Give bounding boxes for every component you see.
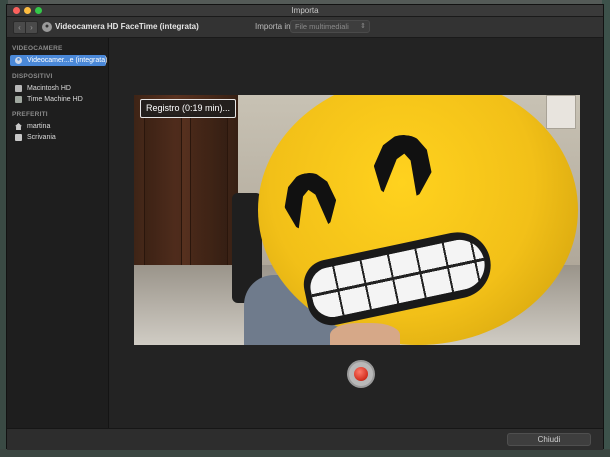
sidebar-item-time-machine-hd[interactable]: Time Machine HD [10, 94, 106, 105]
sidebar-item-macintosh-hd[interactable]: Macintosh HD [10, 83, 106, 94]
sidebar-item-label: Macintosh HD [27, 85, 71, 92]
record-icon [354, 367, 368, 381]
toolbar: ‹ › ● Videocamera HD FaceTime (integrata… [7, 17, 603, 38]
sidebar-section-devices: DISPOSITIVI [12, 73, 53, 80]
zoom-window-button[interactable] [35, 7, 42, 14]
home-icon [15, 123, 22, 130]
camera-preview: Registro (0:19 min)... [134, 95, 580, 345]
preview-hand [330, 323, 400, 345]
import-window: Importa ‹ › ● Videocamera HD FaceTime (i… [6, 4, 604, 450]
sidebar-item-label: Time Machine HD [27, 96, 83, 103]
import-destination-select[interactable]: File multimediali ⇕ [290, 20, 370, 33]
import-destination-value: File multimediali [295, 22, 349, 31]
chevron-left-icon: ‹ [18, 23, 21, 32]
sidebar-item-scrivania[interactable]: Scrivania [10, 132, 106, 143]
sidebar-item-label: Videocamer...e (integrata) [27, 57, 108, 64]
close-button[interactable]: Chiudi [507, 433, 591, 446]
sidebar: VIDEOCAMERE ● Videocamer...e (integrata)… [7, 38, 109, 428]
sidebar-section-favorites: PREFERITI [12, 111, 48, 118]
title-bar: Importa [7, 5, 603, 17]
time-machine-icon [15, 96, 22, 103]
sidebar-item-martina[interactable]: martina [10, 121, 106, 132]
device-title: Videocamera HD FaceTime (integrata) [55, 22, 199, 31]
disk-icon [15, 85, 22, 92]
footer-bar: Chiudi [7, 428, 603, 450]
desktop-icon [15, 134, 22, 141]
camera-icon: ● [15, 57, 22, 64]
emoji-pillow [258, 95, 578, 345]
forward-button[interactable]: › [25, 21, 38, 34]
sidebar-item-label: Scrivania [27, 134, 56, 141]
main-area: Registro (0:19 min)... [109, 38, 603, 428]
minimize-window-button[interactable] [24, 7, 31, 14]
sidebar-item-label: martina [27, 123, 51, 130]
import-in-label: Importa in: [255, 22, 293, 31]
chevron-right-icon: › [30, 23, 33, 32]
window-title: Importa [291, 6, 319, 15]
recording-status: Registro (0:19 min)... [140, 99, 237, 118]
sidebar-item-facetime-camera[interactable]: ● Videocamer...e (integrata) [10, 55, 108, 66]
record-button[interactable] [347, 360, 375, 388]
sidebar-section-cameras: VIDEOCAMERE [12, 45, 63, 52]
chevron-updown-icon: ⇕ [360, 23, 366, 30]
close-window-button[interactable] [13, 7, 20, 14]
desktop-background-bottom [0, 449, 610, 457]
camera-icon: ● [42, 22, 52, 32]
